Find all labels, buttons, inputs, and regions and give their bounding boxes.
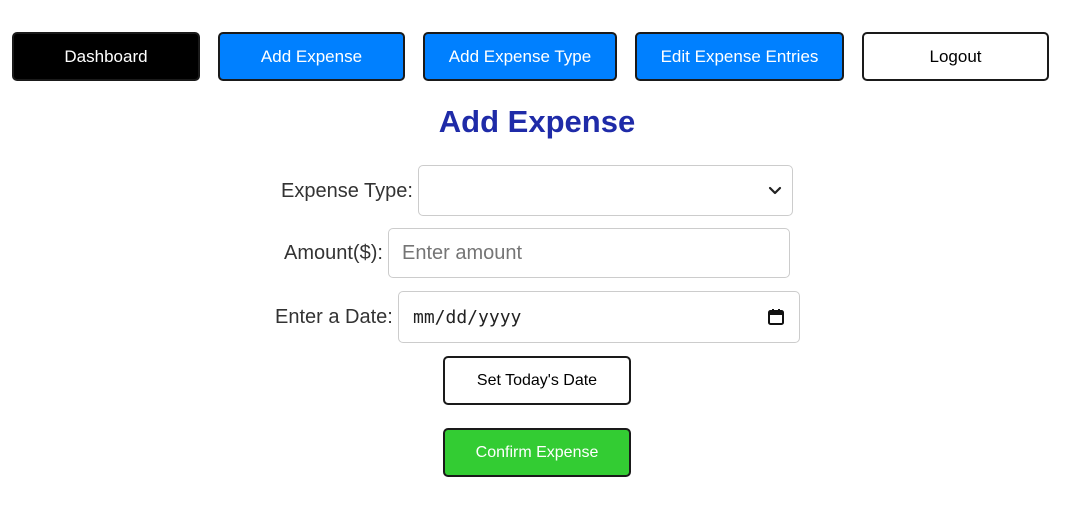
expense-type-label: Expense Type: [281, 180, 413, 202]
confirm-expense-button[interactable]: Confirm Expense [443, 428, 631, 477]
amount-input[interactable] [388, 228, 790, 278]
date-placeholder: mm/dd/yyyy [413, 306, 522, 328]
edit-expense-entries-button[interactable]: Edit Expense Entries [635, 32, 844, 81]
date-input[interactable]: mm/dd/yyyy [398, 291, 800, 343]
date-label: Enter a Date: [275, 306, 393, 328]
logout-button[interactable]: Logout [862, 32, 1049, 81]
dashboard-button[interactable]: Dashboard [12, 32, 200, 81]
expense-type-select[interactable] [418, 165, 793, 216]
add-expense-button[interactable]: Add Expense [218, 32, 405, 81]
add-expense-type-button[interactable]: Add Expense Type [423, 32, 617, 81]
calendar-icon[interactable] [767, 308, 785, 326]
top-navigation: Dashboard Add Expense Add Expense Type E… [0, 32, 1076, 81]
page-title: Add Expense [438, 104, 636, 139]
set-today-date-button[interactable]: Set Today's Date [443, 356, 631, 405]
chevron-down-icon [768, 186, 782, 196]
amount-label: Amount($): [284, 242, 383, 264]
